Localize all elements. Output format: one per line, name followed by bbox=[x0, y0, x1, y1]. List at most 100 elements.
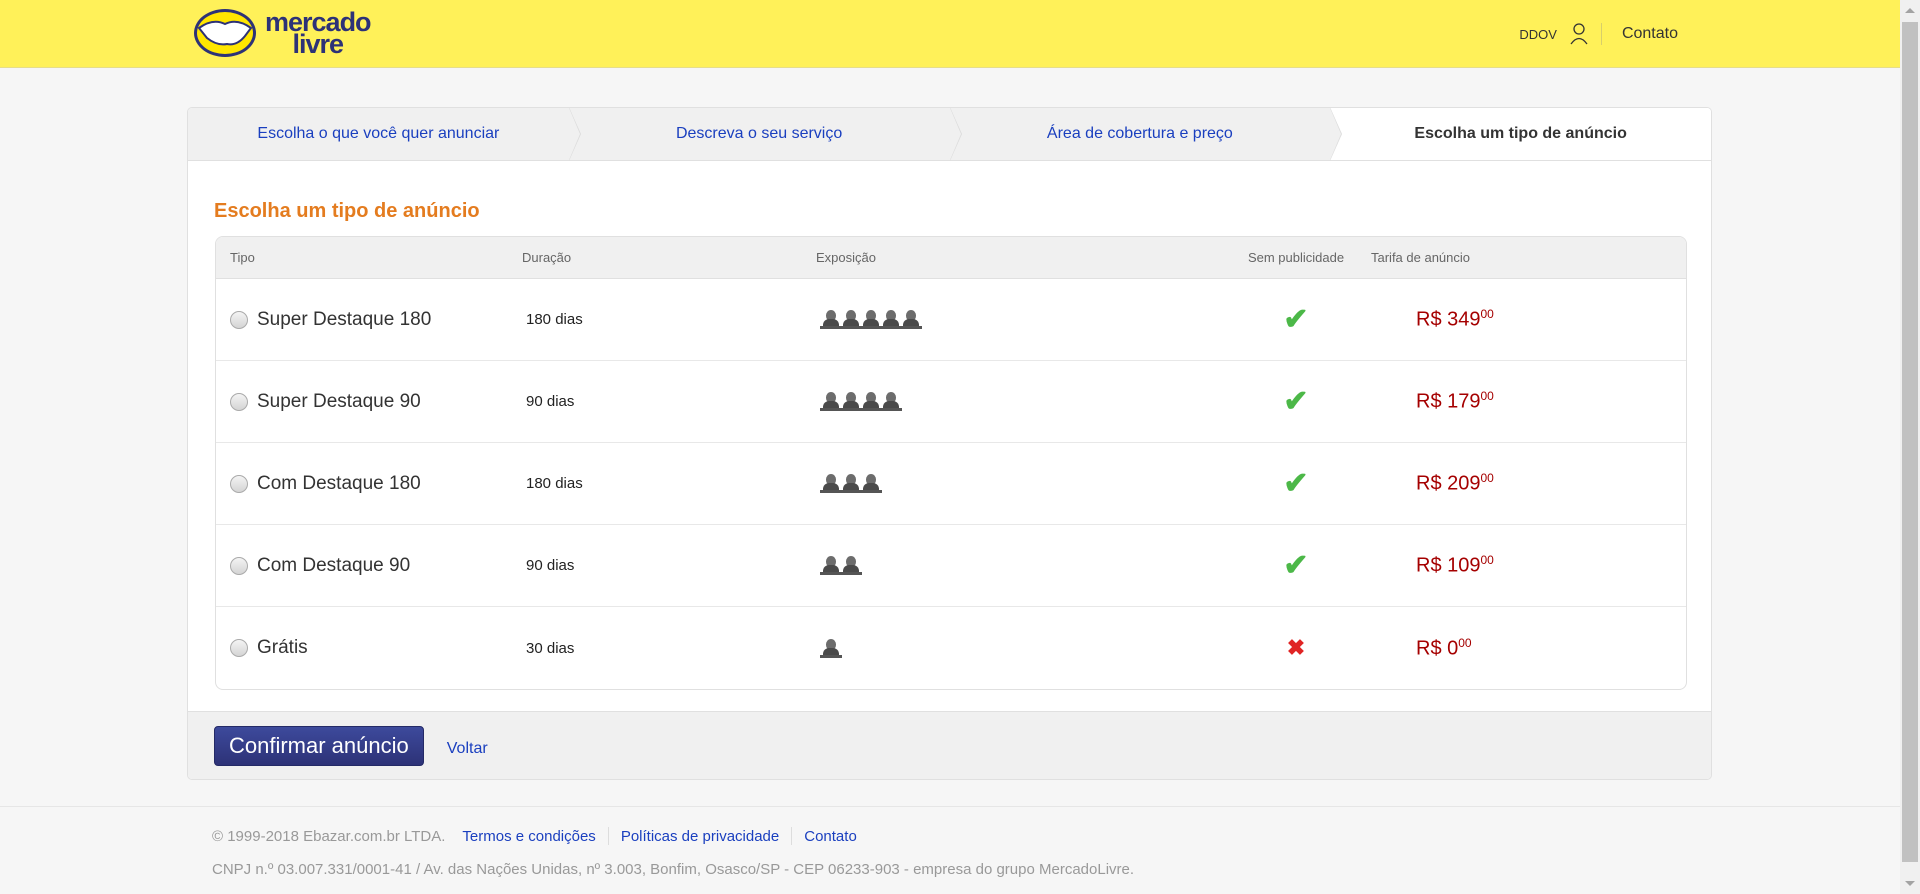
exposure-cell bbox=[816, 637, 1196, 660]
footer-divider bbox=[607, 827, 609, 845]
table-row[interactable]: Super Destaque 180 180 dias ✔ R$ 34900 bbox=[216, 279, 1686, 361]
table-row[interactable]: Super Destaque 90 90 dias ✔ R$ 17900 bbox=[216, 361, 1686, 443]
no-ads-cell: ✔ bbox=[1196, 384, 1396, 418]
price-cell: R$ 34900 bbox=[1416, 307, 1494, 331]
person-icon bbox=[901, 308, 921, 326]
scroll-down-arrow-icon[interactable] bbox=[1905, 881, 1915, 886]
confirm-listing-button[interactable]: Confirmar anúncio bbox=[214, 725, 424, 766]
col-duration: Duração bbox=[522, 250, 572, 265]
copyright: © 1999-2018 Ebazar.com.br LTDA. bbox=[212, 827, 446, 845]
footer-contact-link[interactable]: Contato bbox=[804, 828, 857, 845]
exposure-cell bbox=[816, 472, 1196, 495]
type-radio[interactable] bbox=[230, 310, 248, 329]
exposure-cell bbox=[816, 390, 1196, 413]
top-header: mercado livre DDOV Contato bbox=[0, 0, 1900, 68]
check-icon: ✔ bbox=[1283, 302, 1309, 336]
listing-card: Escolha o que você quer anunciar Descrev… bbox=[187, 107, 1712, 780]
type-label[interactable]: Com Destaque 180 bbox=[257, 473, 421, 495]
duration-cell: 180 dias bbox=[526, 475, 583, 492]
person-icon bbox=[881, 308, 901, 326]
price-cell: R$ 10900 bbox=[1416, 553, 1494, 577]
check-icon: ✔ bbox=[1283, 548, 1309, 582]
table-row[interactable]: Grátis 30 dias ✖ R$ 000 bbox=[216, 607, 1686, 689]
col-exposure: Exposição bbox=[816, 250, 876, 265]
type-radio[interactable] bbox=[230, 392, 248, 411]
step-coverage-price[interactable]: Área de cobertura e preço bbox=[949, 108, 1342, 161]
col-type: Tipo bbox=[230, 250, 255, 265]
table-row[interactable]: Com Destaque 180 180 dias ✔ R$ 20900 bbox=[216, 443, 1686, 525]
mercadolivre-logo[interactable]: mercado livre bbox=[193, 7, 372, 59]
type-radio[interactable] bbox=[230, 639, 248, 657]
table-header: Tipo Duração Exposição Sem publicidade T… bbox=[216, 237, 1686, 279]
person-icon bbox=[821, 472, 841, 490]
action-bar: Confirmar anúncio Voltar bbox=[188, 711, 1711, 779]
exposure-cell bbox=[816, 308, 1196, 331]
step-tabs: Escolha o que você quer anunciar Descrev… bbox=[188, 108, 1711, 161]
price-cell: R$ 000 bbox=[1416, 635, 1472, 660]
person-icon bbox=[861, 308, 881, 326]
duration-cell: 90 dias bbox=[526, 393, 575, 410]
no-ads-cell: ✔ bbox=[1196, 466, 1396, 500]
no-ads-cell: ✖ bbox=[1196, 635, 1396, 661]
type-radio[interactable] bbox=[230, 474, 248, 493]
scrollbar[interactable] bbox=[1900, 0, 1920, 894]
scroll-thumb[interactable] bbox=[1902, 22, 1918, 862]
user-icon[interactable] bbox=[1569, 23, 1589, 45]
check-icon: ✔ bbox=[1283, 466, 1309, 500]
price-cell: R$ 20900 bbox=[1416, 471, 1494, 495]
back-link[interactable]: Voltar bbox=[447, 740, 488, 758]
handshake-logo-icon bbox=[194, 9, 256, 57]
step-describe-service[interactable]: Descreva o seu serviço bbox=[568, 108, 962, 161]
person-icon bbox=[841, 390, 861, 408]
footer-divider bbox=[791, 827, 793, 845]
type-cell: Super Destaque 90 bbox=[216, 391, 522, 413]
no-ads-cell: ✔ bbox=[1196, 302, 1396, 336]
header-contact-link[interactable]: Contato bbox=[1622, 25, 1678, 43]
listing-type-table: Tipo Duração Exposição Sem publicidade T… bbox=[215, 236, 1687, 690]
person-icon bbox=[861, 390, 881, 408]
company-address: CNPJ n.º 03.007.331/0001-41 / Av. das Na… bbox=[212, 861, 1135, 878]
table-row[interactable]: Com Destaque 90 90 dias ✔ R$ 10900 bbox=[216, 525, 1686, 607]
type-label[interactable]: Super Destaque 180 bbox=[257, 309, 431, 331]
logo-text: mercado livre bbox=[265, 7, 372, 59]
duration-cell: 90 dias bbox=[526, 557, 575, 574]
check-icon: ✔ bbox=[1283, 384, 1309, 418]
price-cell: R$ 17900 bbox=[1416, 389, 1494, 413]
person-icon bbox=[821, 308, 841, 326]
person-icon bbox=[821, 390, 841, 408]
page-title: Escolha um tipo de anúncio bbox=[214, 200, 480, 222]
person-icon bbox=[841, 472, 861, 490]
duration-cell: 30 dias bbox=[526, 639, 575, 657]
type-radio[interactable] bbox=[230, 556, 248, 575]
col-fee: Tarifa de anúncio bbox=[1371, 250, 1471, 265]
exposure-rating bbox=[820, 554, 862, 575]
cross-icon: ✖ bbox=[1286, 635, 1306, 660]
type-label[interactable]: Com Destaque 90 bbox=[257, 555, 410, 577]
no-ads-cell: ✔ bbox=[1196, 548, 1396, 582]
step-listing-type[interactable]: Escolha um tipo de anúncio bbox=[1330, 108, 1711, 160]
exposure-rating bbox=[820, 308, 922, 329]
person-icon bbox=[841, 554, 861, 572]
person-icon bbox=[861, 472, 881, 490]
person-icon bbox=[881, 390, 901, 408]
exposure-rating bbox=[820, 472, 882, 493]
type-cell: Grátis bbox=[216, 637, 522, 659]
scroll-up-arrow-icon[interactable] bbox=[1905, 8, 1915, 13]
terms-link[interactable]: Termos e condições bbox=[462, 828, 595, 845]
privacy-link[interactable]: Políticas de privacidade bbox=[621, 828, 779, 845]
col-no-ads: Sem publicidade bbox=[1247, 250, 1345, 265]
user-name[interactable]: DDOV bbox=[1519, 27, 1557, 42]
exposure-rating bbox=[820, 390, 902, 411]
type-label[interactable]: Super Destaque 90 bbox=[257, 391, 421, 413]
page-footer: © 1999-2018 Ebazar.com.br LTDA. Termos e… bbox=[0, 806, 1900, 878]
exposure-rating bbox=[820, 637, 842, 658]
type-cell: Com Destaque 90 bbox=[216, 555, 522, 577]
person-icon bbox=[841, 308, 861, 326]
header-divider bbox=[1600, 23, 1602, 45]
person-icon bbox=[821, 637, 841, 655]
step-choose-what[interactable]: Escolha o que você quer anunciar bbox=[188, 108, 581, 161]
duration-cell: 180 dias bbox=[526, 311, 583, 328]
exposure-cell bbox=[816, 554, 1196, 577]
person-icon bbox=[821, 554, 841, 572]
type-label[interactable]: Grátis bbox=[257, 637, 308, 659]
